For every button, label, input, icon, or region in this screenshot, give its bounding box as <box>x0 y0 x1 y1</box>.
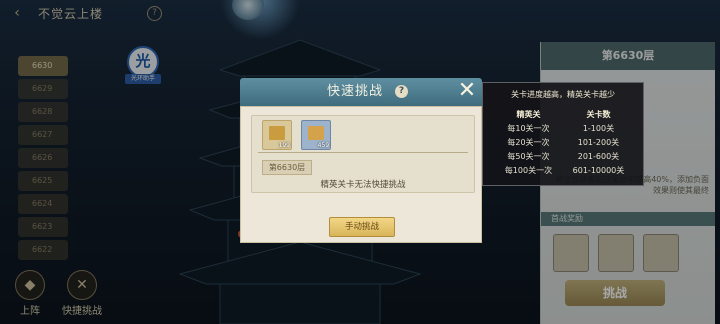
reward-list: 199 459 <box>262 120 335 154</box>
table-row: 每100关一次 601-10000关 <box>495 163 635 177</box>
ticket-icon <box>308 126 325 140</box>
table-cell: 1-100关 <box>582 123 615 133</box>
elite-notice: 精英关卡无法快捷挑战 <box>320 180 406 190</box>
table-cell: 101-200关 <box>577 137 620 147</box>
reward-qty: 459 <box>317 142 330 149</box>
elite-stage-tooltip: 关卡进度越高，精英关卡越少 精英关 关卡数 每10关一次 1-100关 每20关… <box>482 82 644 186</box>
floor-tag: 第6630层 <box>262 160 312 175</box>
table-row: 每10关一次 1-100关 <box>495 121 635 135</box>
reward-item-ticket[interactable]: 459 <box>301 120 332 150</box>
table-cell: 601-10000关 <box>572 165 625 175</box>
reward-item-ticket[interactable]: 199 <box>262 120 292 150</box>
quick-challenge-dialog: 快速挑战 ? ✕ 199 459 第6630层 精英关卡无法快捷挑战 手动挑战 <box>240 78 482 243</box>
divider <box>258 152 468 153</box>
manual-challenge-button[interactable]: 手动挑战 <box>329 217 395 237</box>
close-icon[interactable]: ✕ <box>456 80 478 102</box>
table-row: 每20关一次 101-200关 <box>495 135 635 149</box>
elite-frequency-table: 精英关 关卡数 每10关一次 1-100关 每20关一次 101-200关 每5… <box>495 107 635 177</box>
table-cell: 每100关一次 <box>504 165 553 175</box>
table-cell: 201-600关 <box>577 151 620 161</box>
dialog-body: 199 459 第6630层 精英关卡无法快捷挑战 手动挑战 <box>240 106 482 243</box>
table-cell: 每20关一次 <box>507 137 550 147</box>
table-row: 每50关一次 201-600关 <box>495 149 635 163</box>
table-cell: 每10关一次 <box>507 123 550 133</box>
reward-panel: 199 459 第6630层 精英关卡无法快捷挑战 <box>251 115 475 193</box>
column-header: 精英关 <box>516 109 541 119</box>
ticket-icon <box>269 126 285 140</box>
tooltip-title: 关卡进度越高，精英关卡越少 <box>511 90 615 99</box>
help-icon[interactable]: ? <box>395 85 408 98</box>
table-header-row: 精英关 关卡数 <box>495 107 635 121</box>
dialog-title: 快速挑战 <box>326 84 383 99</box>
column-header: 关卡数 <box>586 109 611 119</box>
table-cell: 每50关一次 <box>507 151 550 161</box>
dialog-header: 快速挑战 ? ✕ <box>240 78 482 106</box>
reward-qty: 199 <box>278 142 290 149</box>
